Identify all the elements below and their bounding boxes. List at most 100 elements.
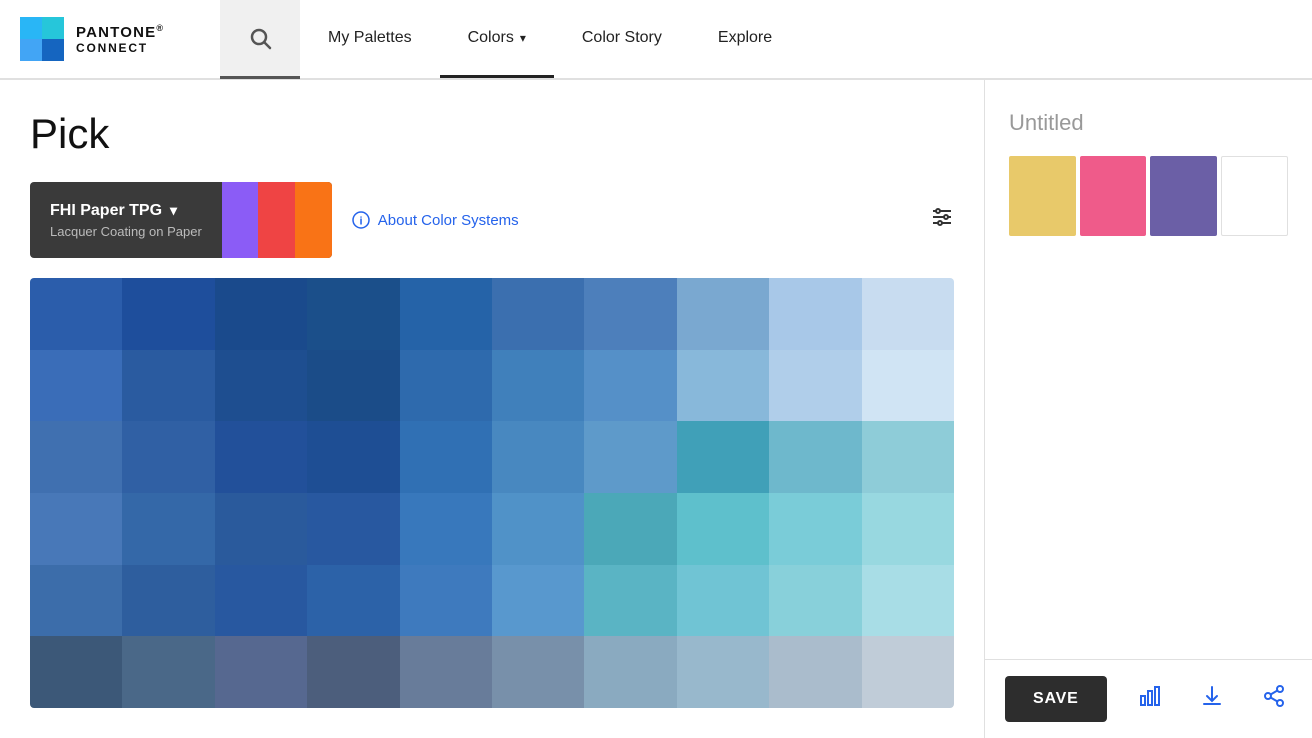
color-system-selector[interactable]: FHI Paper TPG ▾ Lacquer Coating on Paper [30,182,332,258]
search-icon [248,26,272,50]
color-cell[interactable] [122,565,214,637]
color-cell[interactable] [584,421,676,493]
nav-item-explore[interactable]: Explore [690,0,800,78]
color-cell[interactable] [677,493,769,565]
filter-button[interactable] [930,205,954,235]
swatch-yellow[interactable] [1009,156,1076,236]
nav-item-my-palettes[interactable]: My Palettes [300,0,440,78]
color-cell[interactable] [492,493,584,565]
color-cell[interactable] [122,278,214,350]
color-cell[interactable] [862,278,954,350]
color-cell[interactable] [769,565,861,637]
color-cell[interactable] [492,350,584,422]
download-icon [1200,684,1224,708]
save-button[interactable]: SAVE [1005,676,1107,722]
share-button[interactable] [1256,678,1292,720]
preview-red [258,182,295,258]
pantone-logo-icon [20,17,64,61]
swatch-purple[interactable] [1150,156,1217,236]
logo-text: PANTONE® CONNECT [76,23,164,55]
color-cell[interactable] [30,636,122,708]
color-cell[interactable] [400,350,492,422]
color-cell[interactable] [215,278,307,350]
color-system-bar: FHI Paper TPG ▾ Lacquer Coating on Paper… [30,182,954,258]
logo-area: PANTONE® CONNECT [0,17,220,61]
chevron-down-icon: ▾ [170,202,177,219]
swatch-pink[interactable] [1080,156,1147,236]
color-cell[interactable] [215,636,307,708]
about-color-systems-button[interactable]: i About Color Systems [352,211,519,229]
color-cell[interactable] [677,565,769,637]
color-cell[interactable] [30,493,122,565]
color-cell[interactable] [492,636,584,708]
main-container: Pick FHI Paper TPG ▾ Lacquer Coating on … [0,80,1312,738]
color-cell[interactable] [769,636,861,708]
color-cell[interactable] [677,421,769,493]
color-cell[interactable] [584,350,676,422]
color-cell[interactable] [769,278,861,350]
color-cell[interactable] [492,421,584,493]
color-cell[interactable] [492,565,584,637]
color-cell[interactable] [215,421,307,493]
color-cell[interactable] [584,565,676,637]
search-button[interactable] [220,0,300,79]
svg-text:i: i [359,216,362,228]
color-cell[interactable] [400,565,492,637]
color-cell[interactable] [677,350,769,422]
color-cell[interactable] [307,565,399,637]
color-cell[interactable] [862,636,954,708]
color-cell[interactable] [215,350,307,422]
color-cell[interactable] [862,421,954,493]
color-cell[interactable] [30,421,122,493]
color-grid [30,278,954,708]
share-icon [1262,684,1286,708]
chevron-down-icon: ▾ [520,31,526,45]
color-system-text: FHI Paper TPG ▾ Lacquer Coating on Paper [30,186,222,255]
nav-item-color-story[interactable]: Color Story [554,0,690,78]
color-system-preview [222,182,332,258]
color-cell[interactable] [769,493,861,565]
color-cell[interactable] [307,636,399,708]
color-cell[interactable] [307,350,399,422]
nav-item-colors[interactable]: Colors ▾ [440,0,554,78]
page-title: Pick [30,110,954,158]
color-cell[interactable] [215,565,307,637]
color-cell[interactable] [584,636,676,708]
preview-purple [222,182,259,258]
color-cell[interactable] [400,636,492,708]
color-cell[interactable] [862,565,954,637]
preview-orange [295,182,332,258]
chart-icon [1138,684,1162,708]
palette-title: Untitled [985,80,1312,156]
color-cell[interactable] [677,636,769,708]
color-cell[interactable] [584,278,676,350]
color-cell[interactable] [215,493,307,565]
color-cell[interactable] [30,350,122,422]
color-cell[interactable] [492,278,584,350]
color-cell[interactable] [677,278,769,350]
download-button[interactable] [1194,678,1230,720]
navbar: PANTONE® CONNECT My Palettes Colors ▾ Co… [0,0,1312,80]
swatch-empty[interactable] [1221,156,1288,236]
color-cell[interactable] [122,350,214,422]
color-cell[interactable] [307,493,399,565]
left-panel: Pick FHI Paper TPG ▾ Lacquer Coating on … [0,80,984,738]
color-cell[interactable] [30,278,122,350]
color-system-subtitle: Lacquer Coating on Paper [50,224,202,239]
color-cell[interactable] [769,350,861,422]
color-cell[interactable] [769,421,861,493]
nav-items: My Palettes Colors ▾ Color Story Explore [300,0,800,78]
color-cell[interactable] [122,636,214,708]
color-cell[interactable] [584,493,676,565]
color-cell[interactable] [400,493,492,565]
color-cell[interactable] [122,421,214,493]
color-cell[interactable] [307,278,399,350]
color-cell[interactable] [400,278,492,350]
chart-button[interactable] [1132,678,1168,720]
color-cell[interactable] [307,421,399,493]
color-cell[interactable] [122,493,214,565]
color-cell[interactable] [30,565,122,637]
color-cell[interactable] [862,350,954,422]
color-cell[interactable] [400,421,492,493]
color-cell[interactable] [862,493,954,565]
